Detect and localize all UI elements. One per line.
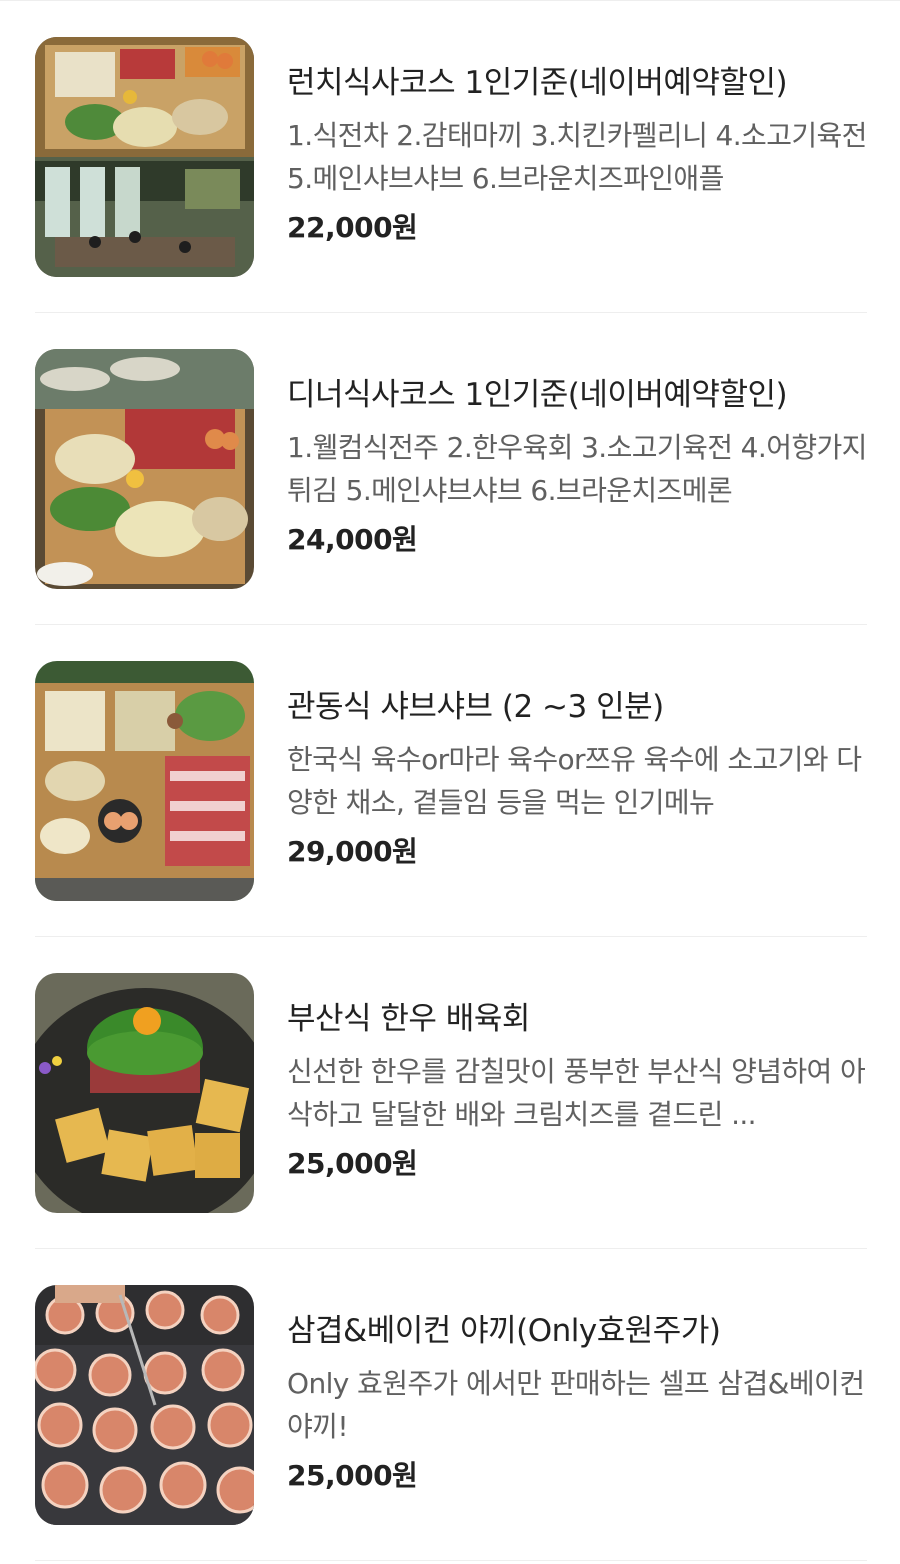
menu-item-description: Only 효원주가 에서만 판매하는 셀프 삼겹&베이컨 야끼! [287, 1367, 865, 1443]
menu-item-image[interactable] [35, 973, 254, 1213]
menu-item-description: 1.웰컴식전주 2.한우육회 3.소고기육전 4.어향가지튀김 5.메인샤브샤브… [287, 431, 867, 507]
shabu-shabu-photo [35, 661, 254, 901]
bacon-yaki-photo [35, 1285, 254, 1525]
menu-item-description: 1.식전차 2.감태마끼 3.치킨카펠리니 4.소고기육전 5.메인샤브샤브 6… [287, 119, 867, 195]
lunch-course-photo [35, 37, 254, 277]
menu-item-title: 디너식사코스 1인기준(네이버예약할인) [287, 377, 788, 413]
menu-item-title: 부산식 한우 배육회 [287, 1001, 530, 1037]
menu-item-shabu-shabu[interactable]: 관동식 샤브샤브 (2 ~3 인분) 한국식 육수or마라 육수or쯔유 육수에… [35, 625, 867, 937]
menu-item-price: 25,000원 [287, 1459, 418, 1492]
menu-item-yukhoe[interactable]: 부산식 한우 배육회 신선한 한우를 감칠맛이 풍부한 부산식 양념하여 아삭하… [35, 937, 867, 1249]
menu-item-bacon-yaki[interactable]: 삼겹&베이컨 야끼(Only효원주가) Only 효원주가 에서만 판매하는 셀… [35, 1249, 867, 1561]
menu-item-price: 24,000원 [287, 523, 418, 556]
menu-item-price: 25,000원 [287, 1147, 418, 1180]
menu-item-image[interactable] [35, 37, 254, 277]
menu-item-title: 삼겹&베이컨 야끼(Only효원주가) [287, 1313, 721, 1349]
menu-item-dinner-course[interactable]: 디너식사코스 1인기준(네이버예약할인) 1.웰컴식전주 2.한우육회 3.소고… [35, 313, 867, 625]
menu-item-description: 신선한 한우를 감칠맛이 풍부한 부산식 양념하여 아삭하고 달달한 배와 크림… [287, 1055, 866, 1131]
menu-item-title: 관동식 샤브샤브 (2 ~3 인분) [287, 689, 664, 725]
menu-item-image[interactable] [35, 1285, 254, 1525]
menu-item-lunch-course[interactable]: 런치식사코스 1인기준(네이버예약할인) 1.식전차 2.감태마끼 3.치킨카펠… [35, 1, 867, 313]
menu-item-price: 29,000원 [287, 835, 418, 868]
menu-item-price: 22,000원 [287, 211, 418, 244]
menu-item-image[interactable] [35, 661, 254, 901]
menu-item-description: 한국식 육수or마라 육수or쯔유 육수에 소고기와 다양한 채소, 곁들임 등… [287, 743, 862, 819]
dinner-course-photo [35, 349, 254, 589]
menu-item-image[interactable] [35, 349, 254, 589]
item-divider [35, 1560, 867, 1561]
yukhoe-photo [35, 973, 254, 1213]
menu-item-title: 런치식사코스 1인기준(네이버예약할인) [287, 65, 788, 101]
